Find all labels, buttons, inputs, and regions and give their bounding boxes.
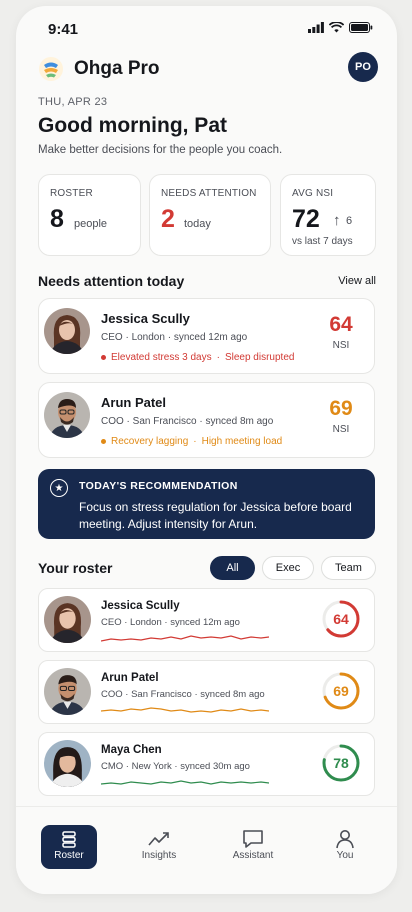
roster-icon xyxy=(62,831,76,848)
greeting-subtitle: Make better decisions for the people you… xyxy=(38,144,283,156)
filter-all[interactable]: All xyxy=(210,556,255,580)
status-bar: 9:41 xyxy=(16,6,397,48)
filter-exec[interactable]: Exec xyxy=(262,556,314,580)
alert-dot xyxy=(101,439,106,444)
attention-stat-unit: today xyxy=(184,218,211,230)
roster-stat-card[interactable]: ROSTER 8 people xyxy=(38,174,141,256)
roster-card[interactable]: Jessica Scully CEO · London · synced 12m… xyxy=(38,588,375,652)
score-ring: 64 xyxy=(321,599,361,639)
person-meta: CMO · New York · synced 30m ago xyxy=(101,761,250,772)
alert-line: Elevated stress 3 days · Sleep disrupted xyxy=(101,352,294,363)
avatar-photo xyxy=(44,596,91,643)
score-ring: 69 xyxy=(321,671,361,711)
person-meta: CEO · London · synced 12m ago xyxy=(101,332,248,343)
person-meta: COO · San Francisco · synced 8m ago xyxy=(101,689,265,700)
filter-team[interactable]: Team xyxy=(321,556,376,580)
user-icon xyxy=(336,830,354,849)
current-date: THU, APR 23 xyxy=(38,96,108,108)
roster-filters: All Exec Team xyxy=(210,556,376,580)
tab-roster[interactable]: Roster xyxy=(41,825,97,869)
status-icons xyxy=(308,22,373,33)
ohga-logo xyxy=(39,57,63,81)
trend-up-icon: ↑ xyxy=(333,212,341,229)
tab-assistant[interactable]: Assistant xyxy=(225,825,281,869)
profile-avatar[interactable]: PO xyxy=(348,52,378,82)
wifi-icon xyxy=(329,22,344,33)
person-meta: COO · San Francisco · synced 8m ago xyxy=(101,416,274,427)
battery-icon xyxy=(349,22,373,33)
nsi-score: 69 NSI xyxy=(329,397,353,435)
tab-label: Insights xyxy=(141,850,177,861)
alert-dot xyxy=(101,355,106,360)
phone-screen: 9:41 Ohga Pro PO THU, APR 23 Good mornin… xyxy=(16,6,397,894)
recommendation-banner[interactable]: ★ TODAY'S RECOMMENDATION Focus on stress… xyxy=(38,469,375,539)
roster-stat-value: 8 xyxy=(50,205,64,233)
recommendation-heading: TODAY'S RECOMMENDATION xyxy=(79,480,238,492)
nsi-stat-label: AVG NSI xyxy=(292,188,334,199)
trend-sparkline xyxy=(101,635,269,642)
bottom-tab-bar: Roster Insights Assistant You xyxy=(16,806,397,894)
nsi-stat-unit: vs last 7 days xyxy=(292,236,353,247)
insights-icon xyxy=(148,832,169,846)
tab-you[interactable]: You xyxy=(317,825,373,869)
chat-icon xyxy=(243,830,263,848)
attention-card[interactable]: Jessica Scully CEO · London · synced 12m… xyxy=(38,298,375,374)
person-name: Maya Chen xyxy=(101,744,162,756)
tab-label: Assistant xyxy=(232,850,274,861)
avatar-photo xyxy=(44,392,90,438)
status-time: 9:41 xyxy=(48,21,79,38)
signal-icon xyxy=(308,22,324,33)
person-meta: CEO · London · synced 12m ago xyxy=(101,617,240,628)
avatar-photo xyxy=(44,740,91,787)
person-name: Jessica Scully xyxy=(101,600,180,612)
roster-stat-unit: people xyxy=(74,218,108,230)
needs-attention-title: Needs attention today xyxy=(38,273,185,289)
avatar-photo xyxy=(44,668,91,715)
recommendation-body: Focus on stress regulation for Jessica b… xyxy=(79,500,352,531)
attention-stat-value: 2 xyxy=(161,205,175,233)
roster-stat-label: ROSTER xyxy=(50,188,93,199)
tab-label: You xyxy=(336,850,354,861)
trend-sparkline xyxy=(101,707,269,713)
tab-label: Roster xyxy=(54,850,84,861)
roster-card[interactable]: Maya Chen CMO · New York · synced 30m ag… xyxy=(38,732,375,796)
nsi-stat-card[interactable]: AVG NSI 72 ↑ 6 vs last 7 days xyxy=(280,174,376,256)
person-name: Jessica Scully xyxy=(101,311,190,326)
app-title: Ohga Pro xyxy=(74,58,160,79)
tab-insights[interactable]: Insights xyxy=(131,825,187,869)
app-header: Ohga Pro PO xyxy=(38,52,378,92)
score-ring: 78 xyxy=(321,743,361,783)
greeting-heading: Good morning, Pat xyxy=(38,114,227,137)
view-all-link[interactable]: View all xyxy=(338,275,376,287)
attention-stat-card[interactable]: NEEDS ATTENTION 2 today xyxy=(149,174,271,256)
person-name: Arun Patel xyxy=(101,395,167,410)
trend-sparkline xyxy=(101,780,269,785)
nsi-stat-value: 72 xyxy=(292,205,320,233)
nsi-score: 64 NSI xyxy=(329,313,353,351)
person-name: Arun Patel xyxy=(101,672,159,684)
attention-stat-label: NEEDS ATTENTION xyxy=(161,188,257,199)
avatar-photo xyxy=(44,308,90,354)
alert-line: Recovery lagging · High meeting load xyxy=(101,436,282,447)
star-icon: ★ xyxy=(50,479,68,497)
nsi-stat-delta: 6 xyxy=(346,215,353,227)
attention-card[interactable]: Arun Patel COO · San Francisco · synced … xyxy=(38,382,375,458)
roster-title: Your roster xyxy=(38,560,113,576)
roster-card[interactable]: Arun Patel COO · San Francisco · synced … xyxy=(38,660,375,724)
